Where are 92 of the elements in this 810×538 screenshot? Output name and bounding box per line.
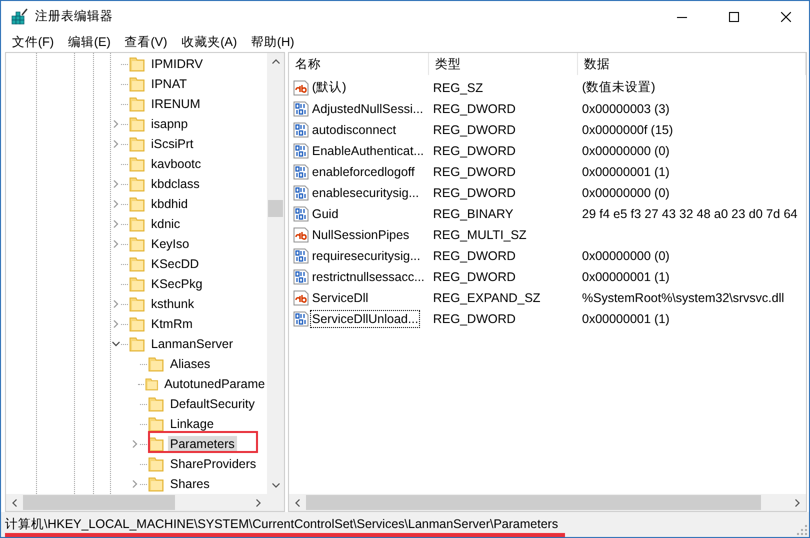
string-value-icon	[293, 226, 309, 242]
folder-icon	[129, 156, 145, 172]
folder-icon	[148, 476, 164, 492]
maximize-icon[interactable]	[729, 12, 739, 22]
value-type: REG_DWORD	[432, 122, 517, 136]
folder-icon	[129, 296, 145, 312]
folder-icon	[148, 416, 164, 432]
folder-icon	[129, 96, 145, 112]
value-data: 0x0000000f (15)	[581, 122, 674, 136]
binary-value-icon	[293, 206, 309, 222]
value-name[interactable]: enableforcedlogoff	[310, 162, 417, 180]
value-data: 0x00000003 (3)	[581, 102, 671, 116]
folder-icon	[148, 456, 164, 472]
column-header[interactable]: 类型	[429, 53, 578, 75]
scrollbar-thumb[interactable]	[306, 495, 761, 510]
value-type: REG_DWORD	[432, 164, 517, 178]
binary-value-icon	[293, 142, 309, 158]
binary-value-icon	[293, 100, 309, 116]
value-type: REG_DWORD	[432, 102, 517, 116]
value-name[interactable]: ServiceDllUnload...	[310, 310, 420, 328]
value-type: REG_DWORD	[432, 144, 517, 158]
menu-item[interactable]: 收藏夹(A)	[174, 34, 244, 50]
folder-icon	[129, 256, 145, 272]
value-type: REG_DWORD	[432, 270, 517, 284]
folder-icon	[129, 336, 145, 352]
resize-grip-icon[interactable]	[797, 525, 807, 535]
folder-icon	[148, 436, 164, 452]
menu-item[interactable]: 文件(F)	[5, 34, 61, 50]
tree-item[interactable]: isapnp	[149, 116, 190, 132]
folder-icon	[129, 276, 145, 292]
tree-item[interactable]: KSecPkg	[149, 276, 204, 292]
value-data: 0x00000000 (0)	[581, 248, 671, 262]
tree-item[interactable]: Linkage	[168, 416, 216, 432]
value-type: REG_SZ	[432, 80, 484, 94]
value-name[interactable]: restrictnullsessacc...	[310, 268, 427, 286]
string-value-icon	[293, 80, 309, 96]
value-name[interactable]: autodisconnect	[310, 120, 398, 138]
value-type: REG_DWORD	[432, 186, 517, 200]
scrollbar-thumb[interactable]	[268, 200, 283, 217]
value-type: REG_DWORD	[432, 248, 517, 262]
value-data: 0x00000001 (1)	[581, 312, 671, 326]
close-icon[interactable]	[781, 12, 791, 22]
value-name[interactable]: enablesecuritysig...	[310, 184, 422, 202]
value-type: REG_BINARY	[432, 206, 514, 220]
tree-item[interactable]: KeyIso	[149, 236, 192, 252]
value-type: REG_EXPAND_SZ	[432, 290, 542, 304]
binary-value-icon	[293, 310, 309, 326]
value-data: %SystemRoot%\system32\srvsvc.dll	[581, 290, 786, 304]
folder-icon	[129, 56, 145, 72]
folder-icon	[144, 376, 158, 392]
menu-item[interactable]: 查看(V)	[118, 34, 174, 50]
value-name[interactable]: requiresecuritysig...	[310, 246, 422, 264]
value-name[interactable]: NullSessionPipes	[310, 226, 412, 244]
column-header[interactable]: 数据	[578, 53, 806, 75]
binary-value-icon	[293, 164, 309, 180]
folder-icon	[129, 236, 145, 252]
value-name[interactable]: AdjustedNullSessi...	[310, 100, 426, 118]
value-name[interactable]: ServiceDll	[310, 288, 370, 306]
binary-value-icon	[293, 268, 309, 284]
folder-icon	[129, 216, 145, 232]
value-name[interactable]: (默认)	[310, 77, 348, 98]
window-title: 注册表编辑器	[35, 8, 113, 25]
folder-icon	[129, 116, 145, 132]
binary-value-icon	[293, 248, 309, 264]
registry-app-icon	[11, 8, 29, 26]
tree-item[interactable]: DefaultSecurity	[168, 396, 257, 412]
value-data: 0x00000000 (0)	[581, 144, 671, 158]
folder-icon	[129, 196, 145, 212]
tree-item[interactable]: Parameters	[168, 436, 237, 452]
value-data: (数值未设置)	[581, 79, 656, 96]
folder-icon	[129, 76, 145, 92]
value-name[interactable]: Guid	[310, 204, 340, 222]
value-data: 0x00000001 (1)	[581, 164, 671, 178]
menu-item[interactable]: 编辑(E)	[60, 34, 118, 50]
folder-icon	[129, 316, 145, 332]
folder-icon	[148, 356, 164, 372]
status-path: 计算机\HKEY_LOCAL_MACHINE\SYSTEM\CurrentControlSet\Services\LanmanServer\Parameters	[5, 516, 558, 533]
folder-icon	[129, 176, 145, 192]
folder-icon	[148, 396, 164, 412]
value-data: 0x00000000 (0)	[581, 186, 671, 200]
binary-value-icon	[293, 184, 309, 200]
column-header[interactable]: 名称	[289, 53, 429, 75]
menu-item[interactable]: 帮助(H)	[244, 34, 302, 50]
value-type: REG_MULTI_SZ	[432, 228, 528, 242]
binary-value-icon	[293, 122, 309, 138]
folder-icon	[129, 136, 145, 152]
scrollbar-thumb[interactable]	[23, 495, 175, 510]
string-value-icon	[293, 290, 309, 306]
value-data: 0x00000001 (1)	[581, 270, 671, 284]
value-name[interactable]: EnableAuthenticat...	[310, 142, 426, 160]
value-type: REG_DWORD	[432, 312, 517, 326]
value-data: 29 f4 e5 f3 27 43 32 48 a0 23 d0 7d 64	[581, 206, 798, 220]
